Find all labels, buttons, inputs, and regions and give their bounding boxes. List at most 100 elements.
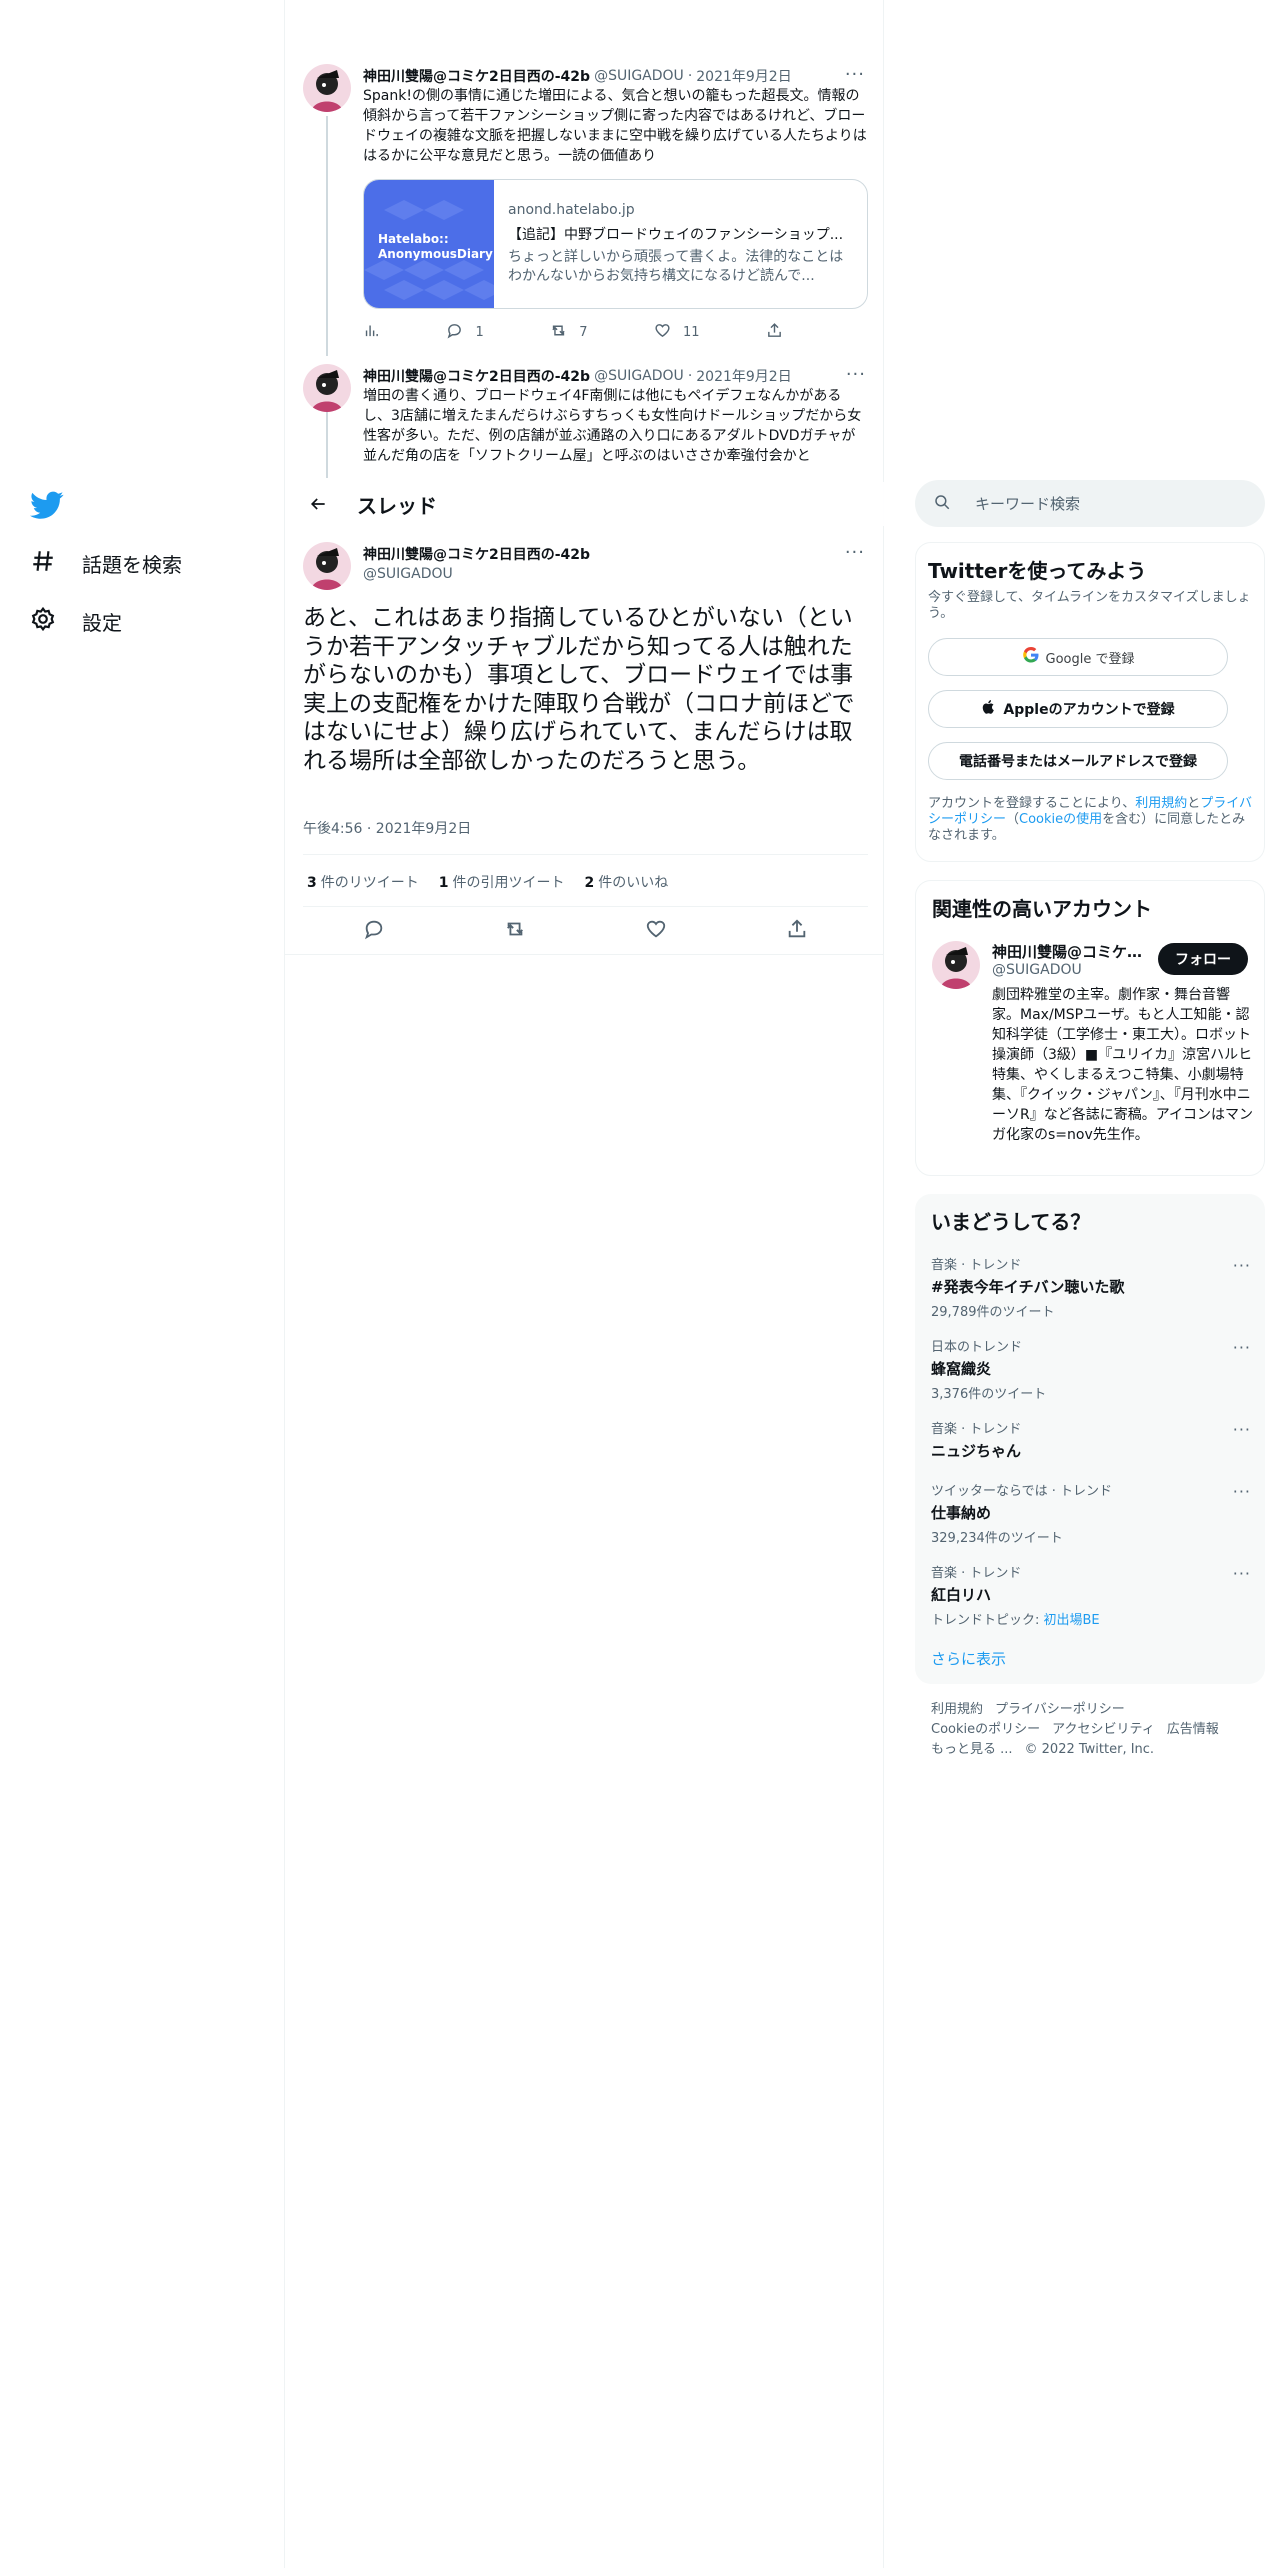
trend-context: 音楽 · トレンド xyxy=(931,1566,1022,1581)
card-image-title-line-2: AnonymousDiary xyxy=(378,247,493,261)
thread-connector xyxy=(326,412,328,478)
retweets-count: 3 xyxy=(307,875,317,891)
show-more-link[interactable]: さらに表示 xyxy=(931,1648,1006,1669)
retweet-icon[interactable] xyxy=(504,918,526,944)
likes-count: 2 xyxy=(584,875,595,891)
footer-more[interactable]: もっと見る ... xyxy=(931,1742,1013,1757)
card-image: Hatelabo:: AnonymousDiary xyxy=(364,180,494,308)
footer-links: 利用規約 プライバシーポリシー Cookieのポリシー アクセシビリティ 広告情報 も… xyxy=(931,1700,1231,1760)
trend-item[interactable]: 音楽 · トレンド ニュジちゃん ··· xyxy=(931,1418,1251,1461)
search-placeholder: キーワード検索 xyxy=(975,495,1081,513)
heart-icon[interactable] xyxy=(645,918,667,944)
search-icon xyxy=(933,493,951,515)
terms-link[interactable]: 利用規約 xyxy=(1135,796,1187,811)
like-count: 11 xyxy=(682,325,700,340)
divider xyxy=(303,854,868,855)
retweets-stat[interactable]: 3 件のリツイート xyxy=(307,872,419,892)
more-options-icon[interactable]: ··· xyxy=(845,542,865,563)
apple-signup-button[interactable]: Appleのアカウントで登録 xyxy=(928,690,1228,728)
author-name[interactable]: 神田川雙陽@コミケ2日目西の-42b xyxy=(363,66,590,86)
footer-terms[interactable]: 利用規約 xyxy=(931,1702,983,1717)
share-button[interactable] xyxy=(766,322,783,343)
left-navigation: 話題を検索 設定 xyxy=(0,0,285,2568)
reply-button[interactable]: 1 xyxy=(446,322,484,343)
footer-ads[interactable]: 広告情報 xyxy=(1167,1722,1219,1737)
related-title: 関連性の高いアカウント xyxy=(932,897,1152,921)
back-arrow-icon[interactable] xyxy=(300,486,336,522)
nav-explore[interactable]: 話題を検索 xyxy=(30,548,182,579)
like-button[interactable]: 11 xyxy=(654,322,700,343)
footer-privacy[interactable]: プライバシーポリシー xyxy=(995,1702,1125,1717)
author-handle[interactable]: @SUIGADOU xyxy=(594,368,684,384)
quotes-stat[interactable]: 1 件の引用ツイート xyxy=(439,872,565,892)
retweet-button[interactable]: 7 xyxy=(550,322,588,343)
tweet-header: 神田川雙陽@コミケ2日目西の-42b @SUIGADOU · 2021年9月2日 xyxy=(363,366,792,386)
legal-text-part: と xyxy=(1187,796,1201,811)
footer-accessibility[interactable]: アクセシビリティ xyxy=(1052,1722,1155,1737)
card-image-title-line-1: Hatelabo:: xyxy=(378,232,449,246)
more-options-icon[interactable]: ··· xyxy=(845,64,865,85)
more-options-icon[interactable]: ··· xyxy=(1233,1482,1251,1501)
more-options-icon[interactable]: ··· xyxy=(1233,1256,1251,1275)
thread-connector xyxy=(326,116,328,356)
related-handle: @SUIGADOU xyxy=(992,962,1082,978)
page-title: スレッド xyxy=(357,493,437,518)
reply-icon[interactable] xyxy=(363,918,385,944)
more-options-icon[interactable]: ··· xyxy=(1233,1420,1251,1439)
more-options-icon[interactable]: ··· xyxy=(846,364,866,385)
trend-topic-prefix: トレンドトピック: xyxy=(931,1613,1044,1628)
phone-email-signup-button[interactable]: 電話番号またはメールアドレスで登録 xyxy=(928,742,1228,780)
avatar[interactable] xyxy=(303,64,351,112)
footer-copyright: © 2022 Twitter, Inc. xyxy=(1024,1742,1155,1757)
trend-name: 蜂窩織炎 xyxy=(931,1360,992,1378)
tweet-actions: 1 7 11 xyxy=(363,322,783,343)
heart-icon xyxy=(654,322,671,343)
author-handle[interactable]: @SUIGADOU xyxy=(594,68,684,84)
legal-text-part: （ xyxy=(1006,812,1020,827)
avatar[interactable] xyxy=(932,941,980,989)
tweet-date[interactable]: 2021年9月2日 xyxy=(696,366,791,386)
avatar[interactable] xyxy=(303,364,351,412)
more-options-icon[interactable]: ··· xyxy=(1233,1564,1251,1583)
related-account-info[interactable]: 神田川雙陽@コミケ2日目西の-42b @SUIGADOU xyxy=(992,941,1152,978)
thread-column: 神田川雙陽@コミケ2日目西の-42b @SUIGADOU · 2021年9月2日… xyxy=(285,0,884,2568)
trend-item[interactable]: ツイッターならでは · トレンド 仕事納め 329,234件のツイート ··· xyxy=(931,1480,1251,1546)
author-name[interactable]: 神田川雙陽@コミケ2日目西の-42b xyxy=(363,366,590,386)
trends-panel: いまどうしてる？ 音楽 · トレンド #発表今年イチバン聴いた歌 29,789件… xyxy=(915,1194,1265,1684)
related-accounts-panel: 関連性の高いアカウント 神田川雙陽@コミケ2日目西の-42b @SUIGADOU… xyxy=(915,880,1265,1176)
tweet-text: あと、これはあまり指摘しているひとがいない（というか若干アンタッチャブルだから知… xyxy=(303,605,855,774)
retweets-label: 件のリツイート xyxy=(320,875,419,891)
author-handle[interactable]: @SUIGADOU xyxy=(363,566,453,582)
trend-count: 329,234件のツイート xyxy=(931,1531,1063,1546)
legal-text-part: アカウントを登録することにより、 xyxy=(928,796,1136,811)
quotes-label: 件の引用ツイート xyxy=(452,875,565,891)
trend-item[interactable]: 音楽 · トレンド 紅白リハ トレンドトピック: 初出場BE ··· xyxy=(931,1562,1251,1628)
tweet-text: 増田の書く通り、ブロードウェイ4F南側には他にもペイデフェなんかがあるし、3店舗… xyxy=(363,388,862,464)
apple-signup-label: Appleのアカウントで登録 xyxy=(1003,702,1175,718)
follow-button[interactable]: フォロー xyxy=(1158,943,1248,975)
analytics-button[interactable] xyxy=(363,322,380,343)
trend-topic-link[interactable]: 初出場BE xyxy=(1044,1613,1100,1628)
cookie-link[interactable]: Cookieの使用 xyxy=(1019,812,1102,827)
tweet-date[interactable]: 2021年9月2日 xyxy=(696,66,791,86)
avatar[interactable] xyxy=(303,542,351,590)
footer-cookie[interactable]: Cookieのポリシー xyxy=(931,1722,1040,1737)
separator: · xyxy=(687,368,693,384)
divider xyxy=(303,906,868,907)
likes-stat[interactable]: 2 件のいいね xyxy=(585,872,669,892)
link-card[interactable]: Hatelabo:: AnonymousDiary anond.hatelabo.… xyxy=(363,179,868,309)
more-options-icon[interactable]: ··· xyxy=(1233,1338,1251,1357)
nav-settings[interactable]: 設定 xyxy=(30,606,122,637)
retweet-count: 7 xyxy=(579,325,588,340)
trend-item[interactable]: 音楽 · トレンド #発表今年イチバン聴いた歌 29,789件のツイート ··· xyxy=(931,1254,1251,1320)
google-signup-button[interactable]: Google で登録 xyxy=(928,638,1228,676)
trend-item[interactable]: 日本のトレンド 蜂窩織炎 3,376件のツイート ··· xyxy=(931,1336,1251,1402)
twitter-bird-icon[interactable] xyxy=(30,488,64,522)
search-input[interactable]: キーワード検索 xyxy=(915,480,1265,527)
trend-topic: トレンドトピック: 初出場BE xyxy=(931,1609,1251,1628)
tweet-text: Spank!の側の事情に通じた増田による、気合と想いの籠もった超長文。情報の傾斜… xyxy=(363,88,867,164)
author-name[interactable]: 神田川雙陽@コミケ2日目西の-42b xyxy=(363,544,590,564)
share-icon[interactable] xyxy=(786,918,808,944)
trend-name: #発表今年イチバン聴いた歌 xyxy=(931,1278,1125,1296)
tweet-timestamp[interactable]: 午後4:56 · 2021年9月2日 xyxy=(303,818,471,838)
